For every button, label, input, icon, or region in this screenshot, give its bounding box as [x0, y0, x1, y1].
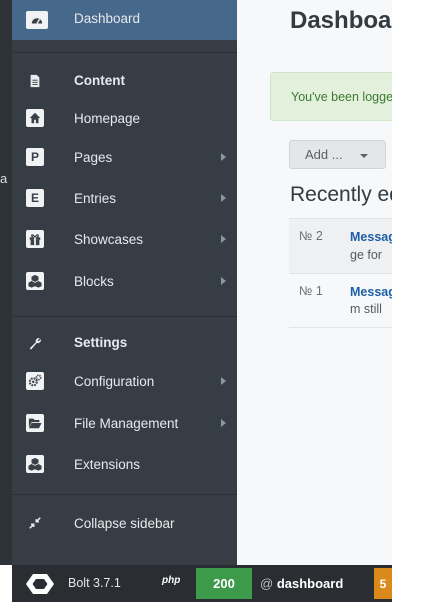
route-name: dashboard	[276, 576, 344, 591]
timing-badge[interactable]: 5	[374, 568, 392, 599]
chevron-right-icon	[221, 235, 226, 243]
section-title: Recently edited	[290, 183, 392, 206]
status-bar: Bolt 3.7.1 php 200 @ dashboard 5	[12, 565, 392, 602]
record-excerpt: ge for	[350, 248, 382, 262]
success-alert: You've been logged on successfully.	[270, 72, 392, 121]
sidebar-item-label: Entries	[74, 191, 117, 206]
compress-icon	[26, 514, 44, 532]
sidebar-divider	[12, 52, 237, 53]
backdrop-strip	[0, 0, 12, 565]
collapse-sidebar-button[interactable]: Collapse sidebar	[12, 505, 237, 541]
cogs-icon	[26, 372, 44, 390]
sidebar-section-settings: Settings	[12, 326, 237, 358]
sidebar-item-label: Collapse sidebar	[74, 516, 175, 531]
page: a Dashboard Content Homepage P Pages E E…	[0, 0, 434, 602]
route-indicator[interactable]: @ dashboard	[260, 576, 343, 591]
page-title: Dashboard	[290, 7, 392, 34]
sidebar-divider	[12, 494, 237, 495]
php-badge: php	[162, 575, 181, 586]
table-end-divider	[289, 327, 392, 328]
letter-p-icon: P	[26, 148, 44, 166]
add-button-label: Add ...	[305, 147, 343, 162]
dashboard-icon	[26, 11, 48, 29]
sidebar-item-label: Pages	[74, 150, 113, 165]
sidebar-item-pages[interactable]: P Pages	[12, 139, 237, 175]
table-row[interactable]: № 1 Message m still	[289, 273, 392, 327]
record-title-link[interactable]: Message	[350, 285, 392, 299]
sidebar-item-label: Dashboard	[74, 11, 141, 26]
record-title-link[interactable]: Message	[350, 230, 392, 244]
sidebar-item-showcases[interactable]: Showcases	[12, 221, 237, 257]
wrench-icon	[26, 334, 44, 352]
sidebar-item-dashboard[interactable]: Dashboard	[12, 0, 237, 40]
app-version[interactable]: Bolt 3.7.1	[68, 576, 121, 590]
sidebar-section-content: Content	[12, 64, 237, 96]
http-status-badge[interactable]: 200	[196, 568, 252, 599]
sidebar-section-label: Settings	[74, 335, 128, 350]
chevron-right-icon	[221, 153, 226, 161]
main-content: Dashboard You've been logged on successf…	[237, 0, 392, 565]
chevron-down-icon	[360, 154, 368, 158]
sidebar-item-label: Showcases	[74, 232, 144, 247]
chevron-right-icon	[221, 277, 226, 285]
sidebar-item-entries[interactable]: E Entries	[12, 180, 237, 216]
sidebar-item-label: File Management	[74, 416, 179, 431]
record-number: № 2	[299, 229, 323, 243]
sidebar-item-configuration[interactable]: Configuration	[12, 363, 237, 399]
record-excerpt: m still	[350, 302, 382, 316]
sidebar-item-label: Blocks	[74, 274, 114, 289]
gift-icon	[26, 230, 44, 248]
sidebar-item-extensions[interactable]: Extensions	[12, 446, 237, 482]
backdrop-text: a	[0, 171, 8, 186]
sidebar: Dashboard Content Homepage P Pages E Ent…	[12, 0, 237, 565]
file-icon	[26, 72, 44, 90]
sidebar-item-homepage[interactable]: Homepage	[12, 100, 237, 136]
chevron-right-icon	[221, 377, 226, 385]
sidebar-item-file-management[interactable]: File Management	[12, 405, 237, 441]
add-content-dropdown[interactable]: Add ...	[289, 140, 386, 169]
chevron-right-icon	[221, 194, 226, 202]
folder-open-icon	[26, 414, 44, 432]
alert-message: You've been logged on successfully.	[291, 90, 392, 104]
home-icon	[26, 109, 44, 127]
cubes-icon	[26, 455, 44, 473]
sidebar-item-label: Configuration	[74, 374, 155, 389]
route-prefix: @	[260, 576, 274, 591]
sidebar-item-label: Homepage	[74, 111, 141, 126]
sidebar-section-label: Content	[74, 73, 125, 88]
table-row[interactable]: № 2 Message ge for	[289, 218, 392, 273]
chevron-right-icon	[221, 419, 226, 427]
bolt-logo-icon[interactable]	[25, 573, 55, 595]
sidebar-item-blocks[interactable]: Blocks	[12, 263, 237, 299]
record-number: № 1	[299, 284, 323, 298]
cubes-icon	[26, 272, 44, 290]
sidebar-item-label: Extensions	[74, 457, 141, 472]
sidebar-divider	[12, 316, 237, 317]
letter-e-icon: E	[26, 189, 44, 207]
